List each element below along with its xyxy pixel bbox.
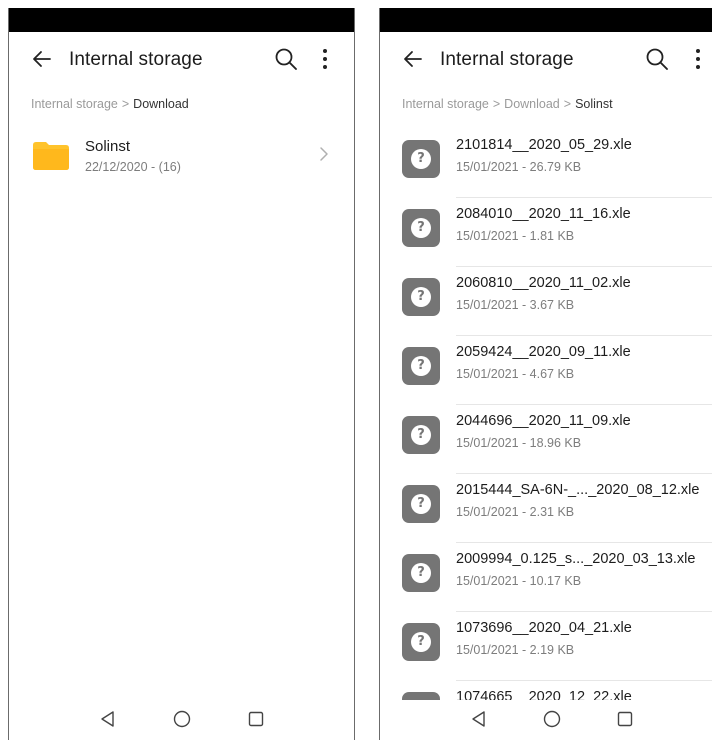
toolbar: Internal storage	[380, 32, 712, 88]
breadcrumb: Internal storage > Download > Solinst	[402, 97, 613, 111]
question-mark-icon: ?	[411, 149, 431, 169]
question-mark-icon: ?	[411, 563, 431, 583]
question-mark-icon: ?	[411, 218, 431, 238]
unknown-file-icon: ?	[402, 278, 440, 316]
recents-square-icon[interactable]	[245, 708, 267, 730]
breadcrumb-separator: >	[492, 97, 501, 111]
search-icon[interactable]	[273, 46, 299, 72]
file-name: 2060810__2020_11_02.xle	[456, 275, 631, 291]
breadcrumb: Internal storage > Download	[31, 97, 189, 111]
question-mark-icon: ?	[411, 494, 431, 514]
status-bar	[9, 8, 354, 32]
file-list: ? 2101814__2020_05_29.xle 15/01/2021 - 2…	[380, 129, 712, 740]
folder-name: Solinst	[85, 138, 131, 155]
file-name: 1073696__2020_04_21.xle	[456, 620, 632, 636]
file-name: 2101814__2020_05_29.xle	[456, 137, 632, 153]
unknown-file-icon: ?	[402, 485, 440, 523]
file-row[interactable]: ? 2084010__2020_11_16.xle 15/01/2021 - 1…	[380, 198, 712, 267]
back-arrow-icon[interactable]	[400, 46, 426, 72]
breadcrumb-separator: >	[121, 97, 130, 111]
right-screen: Internal storage Internal storage > Downlo…	[379, 8, 712, 740]
question-mark-icon: ?	[411, 632, 431, 652]
file-row[interactable]: ? 2015444_SA-6N-_..._2020_08_12.xle 15/0…	[380, 474, 712, 543]
breadcrumb-root[interactable]: Internal storage	[31, 97, 118, 111]
breadcrumb-separator: >	[563, 97, 572, 111]
breadcrumb-current: Download	[133, 97, 189, 111]
back-arrow-icon[interactable]	[29, 46, 55, 72]
unknown-file-icon: ?	[402, 623, 440, 661]
home-circle-icon[interactable]	[541, 708, 563, 730]
folder-meta: 22/12/2020 - (16)	[85, 160, 181, 174]
file-row[interactable]: ? 2044696__2020_11_09.xle 15/01/2021 - 1…	[380, 405, 712, 474]
file-row[interactable]: ? 2101814__2020_05_29.xle 15/01/2021 - 2…	[380, 129, 712, 198]
question-mark-icon: ?	[411, 356, 431, 376]
question-mark-icon: ?	[411, 425, 431, 445]
file-meta: 15/01/2021 - 18.96 KB	[456, 436, 582, 450]
unknown-file-icon: ?	[402, 554, 440, 592]
file-name: 2084010__2020_11_16.xle	[456, 206, 631, 222]
back-triangle-icon[interactable]	[97, 708, 119, 730]
file-meta: 15/01/2021 - 26.79 KB	[456, 160, 582, 174]
file-row[interactable]: ? 1073696__2020_04_21.xle 15/01/2021 - 2…	[380, 612, 712, 681]
file-meta: 15/01/2021 - 1.81 KB	[456, 229, 575, 243]
home-circle-icon[interactable]	[171, 708, 193, 730]
toolbar: Internal storage	[9, 32, 354, 88]
file-name: 2015444_SA-6N-_..._2020_08_12.xle	[456, 482, 700, 498]
unknown-file-icon: ?	[402, 347, 440, 385]
unknown-file-icon: ?	[402, 209, 440, 247]
file-row[interactable]: ? 2059424__2020_09_11.xle 15/01/2021 - 4…	[380, 336, 712, 405]
file-row[interactable]: ? 2060810__2020_11_02.xle 15/01/2021 - 3…	[380, 267, 712, 336]
breadcrumb-download[interactable]: Download	[504, 97, 560, 111]
more-options-icon[interactable]	[315, 46, 335, 72]
breadcrumb-root[interactable]: Internal storage	[402, 97, 489, 111]
back-triangle-icon[interactable]	[468, 708, 490, 730]
file-row[interactable]: ? 2009994_0.125_s..._2020_03_13.xle 15/0…	[380, 543, 712, 612]
folder-icon	[33, 142, 69, 170]
more-options-icon[interactable]	[688, 46, 708, 72]
file-meta: 15/01/2021 - 4.67 KB	[456, 367, 575, 381]
page-title: Internal storage	[440, 49, 574, 70]
search-icon[interactable]	[644, 46, 670, 72]
page-title: Internal storage	[69, 49, 203, 70]
file-name: 2059424__2020_09_11.xle	[456, 344, 631, 360]
left-screen: Internal storage Internal storage > Downlo…	[8, 8, 355, 740]
file-meta: 15/01/2021 - 10.17 KB	[456, 574, 582, 588]
file-meta: 15/01/2021 - 2.31 KB	[456, 505, 575, 519]
recents-square-icon[interactable]	[614, 708, 636, 730]
file-meta: 15/01/2021 - 3.67 KB	[456, 298, 575, 312]
status-bar	[380, 8, 712, 32]
navigation-bar	[9, 700, 354, 740]
question-mark-icon: ?	[411, 287, 431, 307]
breadcrumb-current: Solinst	[575, 97, 613, 111]
file-name: 2044696__2020_11_09.xle	[456, 413, 631, 429]
file-meta: 15/01/2021 - 2.19 KB	[456, 643, 575, 657]
chevron-right-icon	[320, 147, 328, 161]
folder-row-solinst[interactable]: Solinst 22/12/2020 - (16)	[9, 131, 354, 187]
navigation-bar	[380, 700, 712, 740]
file-name: 2009994_0.125_s..._2020_03_13.xle	[456, 551, 696, 567]
unknown-file-icon: ?	[402, 416, 440, 454]
unknown-file-icon: ?	[402, 140, 440, 178]
